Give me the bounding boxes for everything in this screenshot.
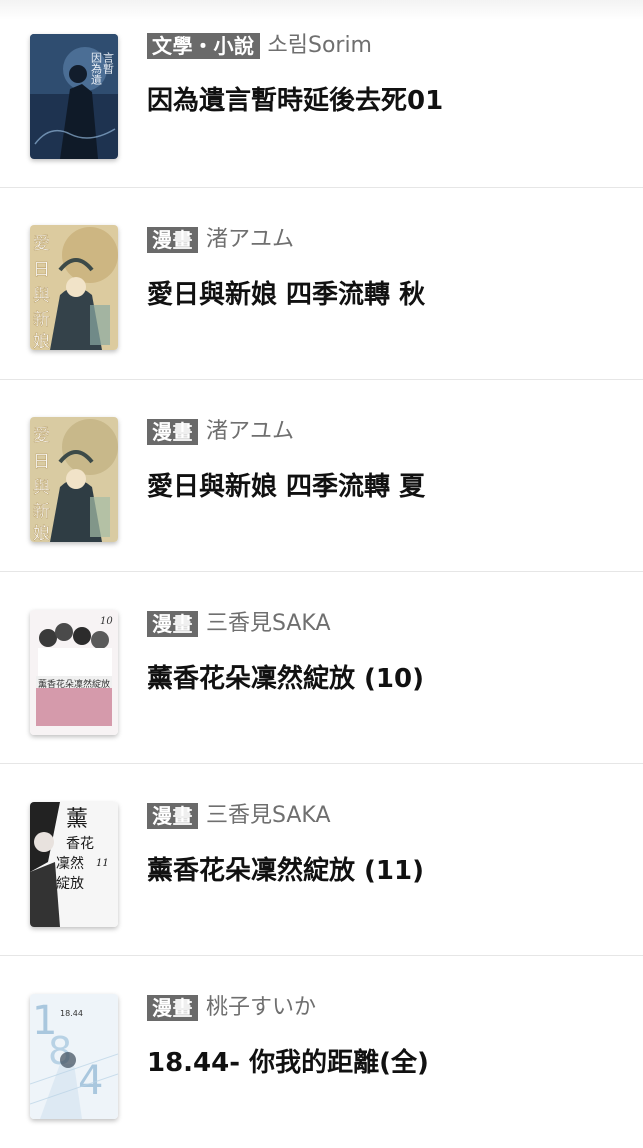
book-title[interactable]: 薰香花朵凜然綻放 (11): [147, 854, 424, 888]
category-badge: 文學・小說: [147, 33, 260, 59]
author-name[interactable]: 三香見SAKA: [206, 803, 331, 829]
book-title[interactable]: 愛日與新娘 四季流轉 夏: [147, 470, 425, 504]
book-meta: 文學・小說 소림Sorim: [147, 32, 372, 60]
book-meta: 漫畫 桃子すいか: [147, 994, 316, 1022]
category-badge: 漫畫: [147, 611, 198, 637]
category-badge: 漫畫: [147, 227, 198, 253]
svg-text:日: 日: [33, 452, 50, 472]
book-list-item[interactable]: 1 8 4 18.44 漫畫 桃子すいか 18.44- 你我的距離(全): [0, 956, 643, 1148]
svg-text:4: 4: [78, 1058, 103, 1104]
svg-text:香花: 香花: [66, 836, 94, 852]
book-meta: 漫畫 渚アユム: [147, 418, 294, 446]
book-meta: 漫畫 渚アユム: [147, 226, 294, 254]
author-name[interactable]: 桃子すいか: [206, 995, 316, 1021]
book-cover-image[interactable]: 1 8 4 18.44: [30, 994, 118, 1119]
book-cover-image[interactable]: 薰香花朵凜然綻放 10: [30, 610, 118, 735]
book-cover-light-blue-icon: 1 8 4 18.44: [30, 994, 118, 1119]
book-cover-image[interactable]: 愛 日 與 新 娘: [30, 225, 118, 350]
svg-text:娘: 娘: [33, 524, 50, 542]
svg-text:凜然: 凜然: [56, 855, 84, 872]
book-title[interactable]: 薰香花朵凜然綻放 (10): [147, 662, 424, 696]
book-cover-tan-icon: 愛 日 與 新 娘: [30, 225, 118, 350]
svg-text:10: 10: [100, 616, 113, 627]
book-title[interactable]: 18.44- 你我的距離(全): [147, 1046, 429, 1080]
book-cover-image[interactable]: 因為遺 言暫: [30, 34, 118, 159]
book-cover-white-pink-icon: 薰香花朵凜然綻放 10: [30, 610, 118, 735]
svg-text:薰: 薰: [66, 807, 88, 832]
svg-text:綻放: 綻放: [56, 876, 84, 892]
category-badge: 漫畫: [147, 803, 198, 829]
svg-text:18.44: 18.44: [60, 1009, 83, 1018]
book-list-item[interactable]: 薰香花朵凜然綻放 10 漫畫 三香見SAKA 薰香花朵凜然綻放 (10): [0, 572, 643, 764]
book-cover-image[interactable]: 愛 日 與 新 娘: [30, 417, 118, 542]
book-list-item[interactable]: 愛 日 與 新 娘 漫畫 渚アユム 愛日與新娘 四季流轉 夏: [0, 380, 643, 572]
svg-text:娘: 娘: [33, 332, 50, 350]
book-list-item[interactable]: 因為遺 言暫 文學・小說 소림Sorim 因為遺言暫時延後去死01: [0, 0, 643, 188]
book-cover-image[interactable]: 薰 香花 凜然 綻放 11: [30, 802, 118, 927]
svg-text:愛: 愛: [33, 426, 50, 446]
category-badge: 漫畫: [147, 995, 198, 1021]
svg-text:與: 與: [33, 478, 50, 498]
author-name[interactable]: 소림Sorim: [268, 33, 373, 59]
svg-text:11: 11: [96, 858, 109, 869]
svg-text:愛: 愛: [33, 234, 50, 254]
book-cover-tan-icon: 愛 日 與 新 娘: [30, 417, 118, 542]
svg-text:日: 日: [33, 260, 50, 280]
svg-text:言暫: 言暫: [102, 52, 115, 75]
book-meta: 漫畫 三香見SAKA: [147, 610, 331, 638]
svg-text:新: 新: [33, 310, 50, 330]
book-title[interactable]: 愛日與新娘 四季流轉 秋: [147, 278, 425, 312]
svg-text:與: 與: [33, 286, 50, 306]
book-cover-white-black-icon: 薰 香花 凜然 綻放 11: [30, 802, 118, 927]
author-name[interactable]: 三香見SAKA: [206, 611, 331, 637]
svg-text:新: 新: [33, 502, 50, 522]
book-title[interactable]: 因為遺言暫時延後去死01: [147, 84, 443, 118]
svg-text:薰香花朵凜然綻放: 薰香花朵凜然綻放: [38, 678, 110, 690]
book-cover-dark-blue-icon: 因為遺 言暫: [30, 34, 118, 159]
book-list-item[interactable]: 薰 香花 凜然 綻放 11 漫畫 三香見SAKA 薰香花朵凜然綻放 (11): [0, 764, 643, 956]
author-name[interactable]: 渚アユム: [206, 227, 294, 253]
author-name[interactable]: 渚アユム: [206, 419, 294, 445]
category-badge: 漫畫: [147, 419, 198, 445]
book-list-item[interactable]: 愛 日 與 新 娘 漫畫 渚アユム 愛日與新娘 四季流轉 秋: [0, 188, 643, 380]
book-meta: 漫畫 三香見SAKA: [147, 802, 331, 830]
